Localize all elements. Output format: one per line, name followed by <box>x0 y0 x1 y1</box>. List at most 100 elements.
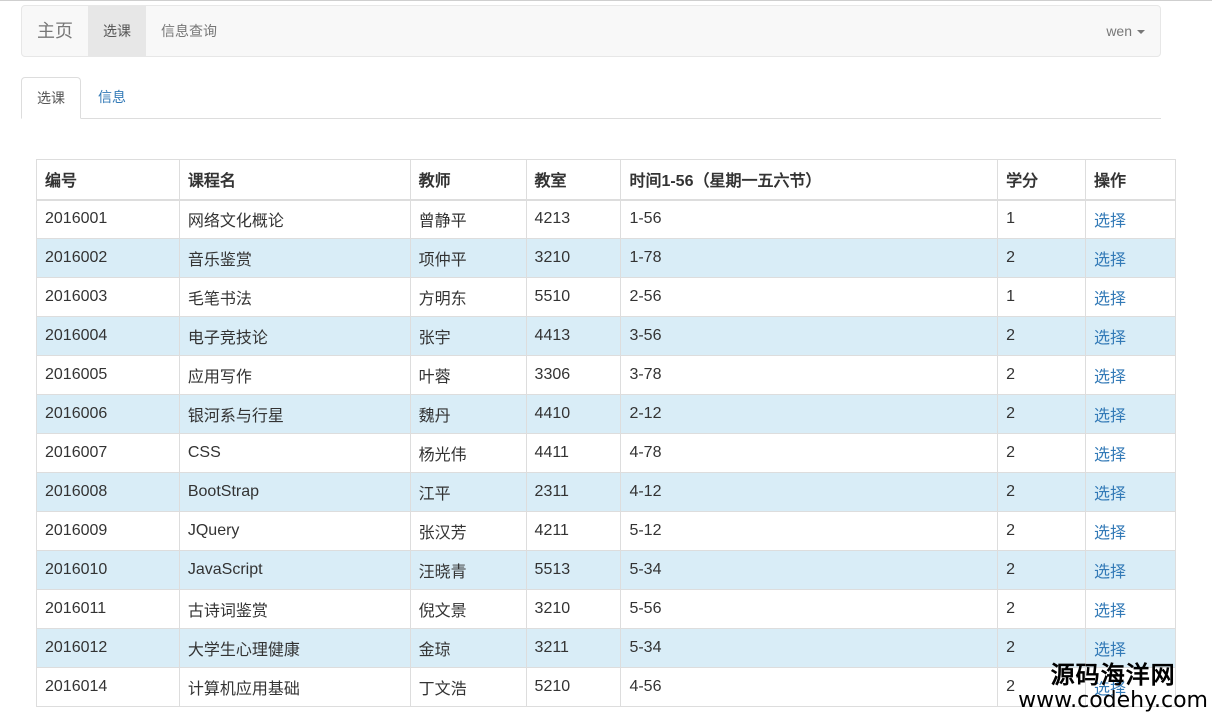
cell-time: 5-34 <box>620 550 999 590</box>
cell-credits: 2 <box>997 550 1087 590</box>
cell-course-id: 2016010 <box>36 550 180 590</box>
select-link[interactable]: 选择 <box>1085 277 1176 317</box>
cell-credits: 2 <box>997 394 1087 434</box>
header-classroom: 教室 <box>525 159 622 201</box>
cell-time: 4-56 <box>620 667 999 707</box>
header-course-id: 编号 <box>36 159 180 201</box>
cell-course-id: 2016002 <box>36 238 180 278</box>
cell-time: 5-56 <box>620 589 999 629</box>
table-body: 2016001 网络文化概论 曾静平 4213 1-56 1 选择 2016002 音乐鉴赏 项仲… <box>36 199 1176 707</box>
cell-teacher: 杨光伟 <box>409 433 527 473</box>
select-link[interactable]: 选择 <box>1085 433 1176 473</box>
select-link[interactable]: 选择 <box>1085 394 1176 434</box>
cell-time: 2-56 <box>620 277 999 317</box>
cell-teacher: 金琼 <box>409 628 527 668</box>
cell-classroom: 4410 <box>525 394 622 434</box>
top-navbar: 主页 选课 信息查询 wen <box>21 5 1161 57</box>
select-link[interactable]: 选择 <box>1085 199 1176 239</box>
cell-teacher: 项仲平 <box>409 238 527 278</box>
cell-credits: 1 <box>997 199 1087 239</box>
header-teacher: 教师 <box>409 159 527 201</box>
table-row: 2016009 JQuery 张汉芳 4211 5-12 2 选择 <box>36 511 1176 551</box>
cell-classroom: 5513 <box>525 550 622 590</box>
header-time: 时间1-56（星期一五六节） <box>620 159 999 201</box>
top-rule <box>0 0 1212 4</box>
cell-teacher: 汪晓青 <box>409 550 527 590</box>
cell-course-name: CSS <box>178 433 411 473</box>
cell-teacher: 张汉芳 <box>409 511 527 551</box>
cell-teacher: 江平 <box>409 472 527 512</box>
table-row: 2016008 BootStrap 江平 2311 4-12 2 选择 <box>36 472 1176 512</box>
table-row: 2016001 网络文化概论 曾静平 4213 1-56 1 选择 <box>36 199 1176 239</box>
cell-teacher: 张宇 <box>409 316 527 356</box>
table-row: 2016002 音乐鉴赏 项仲平 3210 1-78 2 选择 <box>36 238 1176 278</box>
cell-classroom: 3210 <box>525 589 622 629</box>
tab-course-selection[interactable]: 选课 <box>21 77 81 119</box>
cell-credits: 2 <box>997 355 1087 395</box>
select-link[interactable]: 选择 <box>1085 589 1176 629</box>
caret-down-icon <box>1137 30 1145 35</box>
cell-teacher: 丁文浩 <box>409 667 527 707</box>
select-link[interactable]: 选择 <box>1085 355 1176 395</box>
cell-teacher: 曾静平 <box>409 199 527 239</box>
cell-classroom: 2311 <box>525 472 622 512</box>
table-row: 2016007 CSS 杨光伟 4411 4-78 2 选择 <box>36 433 1176 473</box>
tab-info[interactable]: 信息 <box>83 77 141 119</box>
select-link[interactable]: 选择 <box>1085 550 1176 590</box>
select-link[interactable]: 选择 <box>1085 472 1176 512</box>
user-menu-dropdown[interactable]: wen <box>1106 6 1145 56</box>
cell-course-name: BootStrap <box>178 472 411 512</box>
navbar-brand-home[interactable]: 主页 <box>37 6 73 56</box>
cell-time: 1-78 <box>620 238 999 278</box>
table-row: 2016005 应用写作 叶蓉 3306 3-78 2 选择 <box>36 355 1176 395</box>
cell-classroom: 3306 <box>525 355 622 395</box>
cell-course-name: JavaScript <box>178 550 411 590</box>
cell-time: 3-78 <box>620 355 999 395</box>
cell-classroom: 4413 <box>525 316 622 356</box>
table-header-row: 编号 课程名 教师 教室 时间1-56（星期一五六节） 学分 操作 <box>36 159 1176 201</box>
cell-course-name: 音乐鉴赏 <box>178 238 411 278</box>
select-link[interactable]: 选择 <box>1085 511 1176 551</box>
header-credits: 学分 <box>997 159 1087 201</box>
cell-time: 4-12 <box>620 472 999 512</box>
cell-course-name: JQuery <box>178 511 411 551</box>
select-link[interactable]: 选择 <box>1085 316 1176 356</box>
cell-time: 5-12 <box>620 511 999 551</box>
cell-course-id: 2016009 <box>36 511 180 551</box>
nav-item-course-selection[interactable]: 选课 <box>88 6 146 56</box>
cell-classroom: 4211 <box>525 511 622 551</box>
cell-course-id: 2016005 <box>36 355 180 395</box>
cell-course-id: 2016008 <box>36 472 180 512</box>
cell-teacher: 倪文景 <box>409 589 527 629</box>
cell-course-id: 2016012 <box>36 628 180 668</box>
cell-course-id: 2016011 <box>36 589 180 629</box>
cell-course-name: 毛笔书法 <box>178 277 411 317</box>
cell-credits: 2 <box>997 511 1087 551</box>
cell-teacher: 魏丹 <box>409 394 527 434</box>
cell-course-id: 2016006 <box>36 394 180 434</box>
cell-time: 2-12 <box>620 394 999 434</box>
cell-course-name: 电子竞技论 <box>178 316 411 356</box>
cell-credits: 2 <box>997 589 1087 629</box>
cell-classroom: 5210 <box>525 667 622 707</box>
cell-teacher: 方明东 <box>409 277 527 317</box>
user-name: wen <box>1106 23 1132 39</box>
watermark-title: 源码海洋网 <box>1050 662 1176 689</box>
cell-course-name: 应用写作 <box>178 355 411 395</box>
table-row: 2016006 银河系与行星 魏丹 4410 2-12 2 选择 <box>36 394 1176 434</box>
select-link[interactable]: 选择 <box>1085 238 1176 278</box>
cell-teacher: 叶蓉 <box>409 355 527 395</box>
nav-item-info-query[interactable]: 信息查询 <box>146 6 232 56</box>
watermark-url: www.codehy.com <box>1018 688 1208 713</box>
cell-time: 5-34 <box>620 628 999 668</box>
table-row: 2016003 毛笔书法 方明东 5510 2-56 1 选择 <box>36 277 1176 317</box>
cell-time: 3-56 <box>620 316 999 356</box>
cell-course-name: 大学生心理健康 <box>178 628 411 668</box>
cell-course-id: 2016004 <box>36 316 180 356</box>
cell-course-id: 2016003 <box>36 277 180 317</box>
cell-time: 4-78 <box>620 433 999 473</box>
cell-classroom: 4213 <box>525 199 622 239</box>
cell-classroom: 4411 <box>525 433 622 473</box>
cell-course-id: 2016007 <box>36 433 180 473</box>
watermark: 源码海洋网 www.codehy.com <box>1012 661 1212 715</box>
